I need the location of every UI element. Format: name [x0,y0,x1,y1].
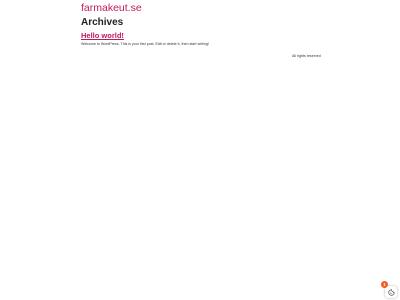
post-excerpt: Welcome to WordPress. This is your first… [81,42,209,46]
cookie-icon [387,288,395,296]
page: farmakeut.se Archives Hello world! Welco… [0,0,400,300]
site-title-link[interactable]: farmakeut.se [81,2,142,15]
cookie-settings-button[interactable] [385,286,397,298]
footer-copyright: All rights reserved [292,54,321,58]
cookie-notification-badge: 1 [381,281,388,288]
archive-title: Archives [81,17,124,28]
post-title-link[interactable]: Hello world! [81,31,124,41]
